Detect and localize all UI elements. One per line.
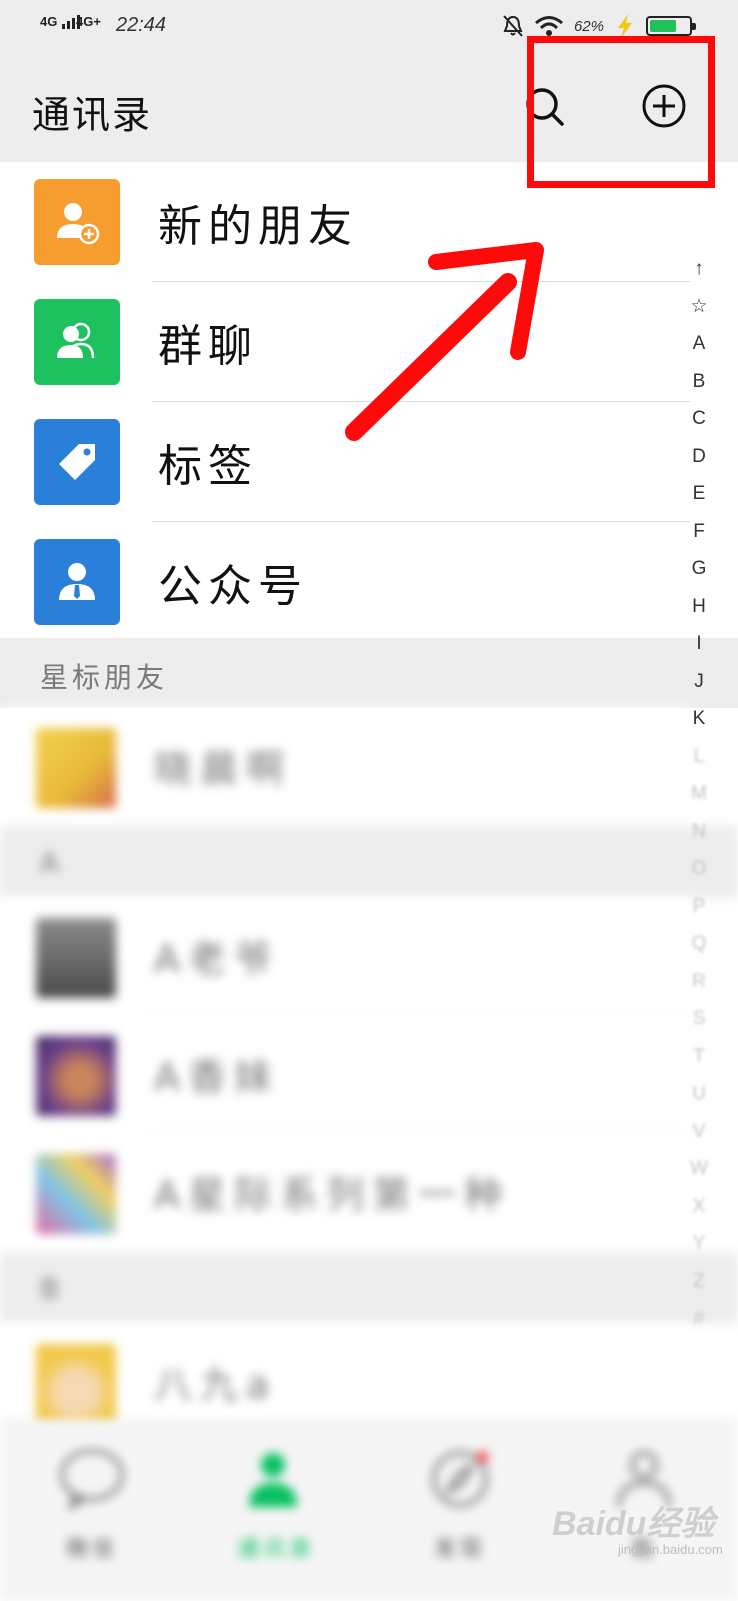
index-letter[interactable]: R bbox=[684, 963, 714, 1001]
index-letter[interactable]: K bbox=[684, 700, 714, 738]
list-item-contact[interactable]: A星际系列第一种 bbox=[0, 1134, 690, 1252]
index-letter[interactable]: H bbox=[684, 588, 714, 626]
menu-label: 标签 bbox=[158, 441, 258, 492]
index-letter[interactable]: N bbox=[684, 813, 714, 851]
search-button[interactable] bbox=[520, 82, 568, 130]
list-item-contact[interactable]: A老爷 bbox=[0, 898, 690, 1016]
clock: 22:44 bbox=[116, 14, 167, 36]
compass-icon bbox=[432, 1451, 489, 1507]
contact-name: A星际系列第一种 bbox=[154, 1173, 510, 1217]
list-item-contact[interactable]: 晓晨啊 bbox=[0, 708, 690, 826]
index-letter[interactable]: X bbox=[684, 1188, 714, 1226]
menu-item-new-friends[interactable]: 新的朋友 bbox=[0, 162, 690, 282]
menu-label: 公众号 bbox=[158, 561, 308, 612]
index-letter[interactable]: # bbox=[684, 1300, 714, 1338]
avatar bbox=[36, 1036, 116, 1116]
official-account-icon bbox=[34, 539, 120, 625]
index-letter[interactable]: S bbox=[684, 1000, 714, 1038]
contact-name: 八九a bbox=[154, 1363, 278, 1407]
contact-name: A香妹 bbox=[154, 1055, 280, 1099]
signal-label-2: 4G+ bbox=[76, 14, 101, 29]
tab-me[interactable]: 我 bbox=[552, 1421, 736, 1601]
contact-name: A老爷 bbox=[154, 937, 280, 981]
list-item-contact[interactable]: A香妹 bbox=[0, 1016, 690, 1134]
tab-contacts[interactable]: 通讯录 bbox=[184, 1421, 368, 1601]
avatar bbox=[36, 1154, 116, 1234]
section-header-starred: 星标朋友 bbox=[0, 638, 738, 708]
alphabet-index[interactable]: ↑ ☆ A B C D E F G H I J K L M N O P Q R S T U V W X Y Z # bbox=[684, 250, 714, 1338]
chat-bubble-icon bbox=[60, 1449, 124, 1511]
index-letter[interactable]: P bbox=[684, 888, 714, 926]
top-bar: 通讯录 bbox=[0, 54, 738, 162]
charging-bolt-icon bbox=[618, 14, 632, 38]
index-letter[interactable]: ☆ bbox=[684, 288, 714, 326]
index-letter[interactable]: D bbox=[684, 438, 714, 476]
mute-bell-icon bbox=[503, 15, 523, 37]
index-letter[interactable]: Q bbox=[684, 925, 714, 963]
plus-circle-icon bbox=[642, 84, 686, 128]
status-bar: 4G 4G+ 22:44 62% bbox=[0, 0, 738, 54]
menu-item-group-chats[interactable]: 群聊 bbox=[0, 282, 690, 402]
index-letter[interactable]: O bbox=[684, 850, 714, 888]
tab-discover[interactable]: 发现 bbox=[368, 1421, 552, 1601]
index-letter[interactable]: I bbox=[684, 625, 714, 663]
list-item-contact[interactable]: 八九a bbox=[0, 1324, 690, 1424]
battery-icon bbox=[646, 16, 696, 36]
section-header-a: A bbox=[0, 826, 738, 898]
avatar bbox=[36, 728, 116, 808]
index-letter[interactable]: U bbox=[684, 1075, 714, 1113]
battery-percent: 62% bbox=[573, 17, 604, 35]
index-letter[interactable]: V bbox=[684, 1113, 714, 1151]
tab-label: 通讯录 bbox=[236, 1537, 315, 1562]
index-letter[interactable]: T bbox=[684, 1038, 714, 1076]
menu-item-official-accounts[interactable]: 公众号 bbox=[0, 522, 690, 642]
tab-label: 我 bbox=[630, 1537, 657, 1562]
tab-chats[interactable]: 微信 bbox=[0, 1421, 184, 1601]
page-title: 通讯录 bbox=[32, 93, 153, 137]
index-letter[interactable]: ↑ bbox=[684, 250, 714, 288]
index-letter[interactable]: F bbox=[684, 513, 714, 551]
index-letter[interactable]: B bbox=[684, 363, 714, 401]
index-letter[interactable]: J bbox=[684, 663, 714, 701]
wifi-icon bbox=[535, 16, 563, 36]
index-letter[interactable]: A bbox=[684, 325, 714, 363]
index-letter[interactable]: G bbox=[684, 550, 714, 588]
contacts-icon bbox=[249, 1453, 297, 1507]
group-icon bbox=[34, 299, 120, 385]
index-letter[interactable]: Y bbox=[684, 1225, 714, 1263]
avatar bbox=[36, 1344, 116, 1424]
index-letter[interactable]: E bbox=[684, 475, 714, 513]
tag-icon bbox=[34, 419, 120, 505]
index-letter[interactable]: M bbox=[684, 775, 714, 813]
avatar bbox=[36, 918, 116, 998]
index-letter[interactable]: C bbox=[684, 400, 714, 438]
index-letter[interactable]: Z bbox=[684, 1263, 714, 1301]
bottom-tab-bar: 微信 通讯录 发现 我 bbox=[0, 1420, 738, 1601]
menu-label: 群聊 bbox=[158, 321, 258, 372]
add-button[interactable] bbox=[640, 82, 688, 130]
status-right: 62% bbox=[502, 12, 696, 40]
menu-label: 新的朋友 bbox=[158, 201, 358, 252]
signal-label-1: 4G bbox=[40, 14, 58, 29]
index-letter[interactable]: L bbox=[684, 738, 714, 776]
contact-name: 晓晨啊 bbox=[154, 747, 293, 791]
tab-label: 发现 bbox=[433, 1537, 486, 1562]
menu-item-tags[interactable]: 标签 bbox=[0, 402, 690, 522]
index-letter[interactable]: W bbox=[684, 1150, 714, 1188]
signal-indicator-2: 4G+ bbox=[76, 14, 101, 29]
add-friend-icon bbox=[34, 179, 120, 265]
profile-icon bbox=[617, 1451, 671, 1508]
search-icon bbox=[526, 88, 564, 126]
tab-label: 微信 bbox=[65, 1537, 118, 1562]
section-header-b: B bbox=[0, 1252, 738, 1324]
